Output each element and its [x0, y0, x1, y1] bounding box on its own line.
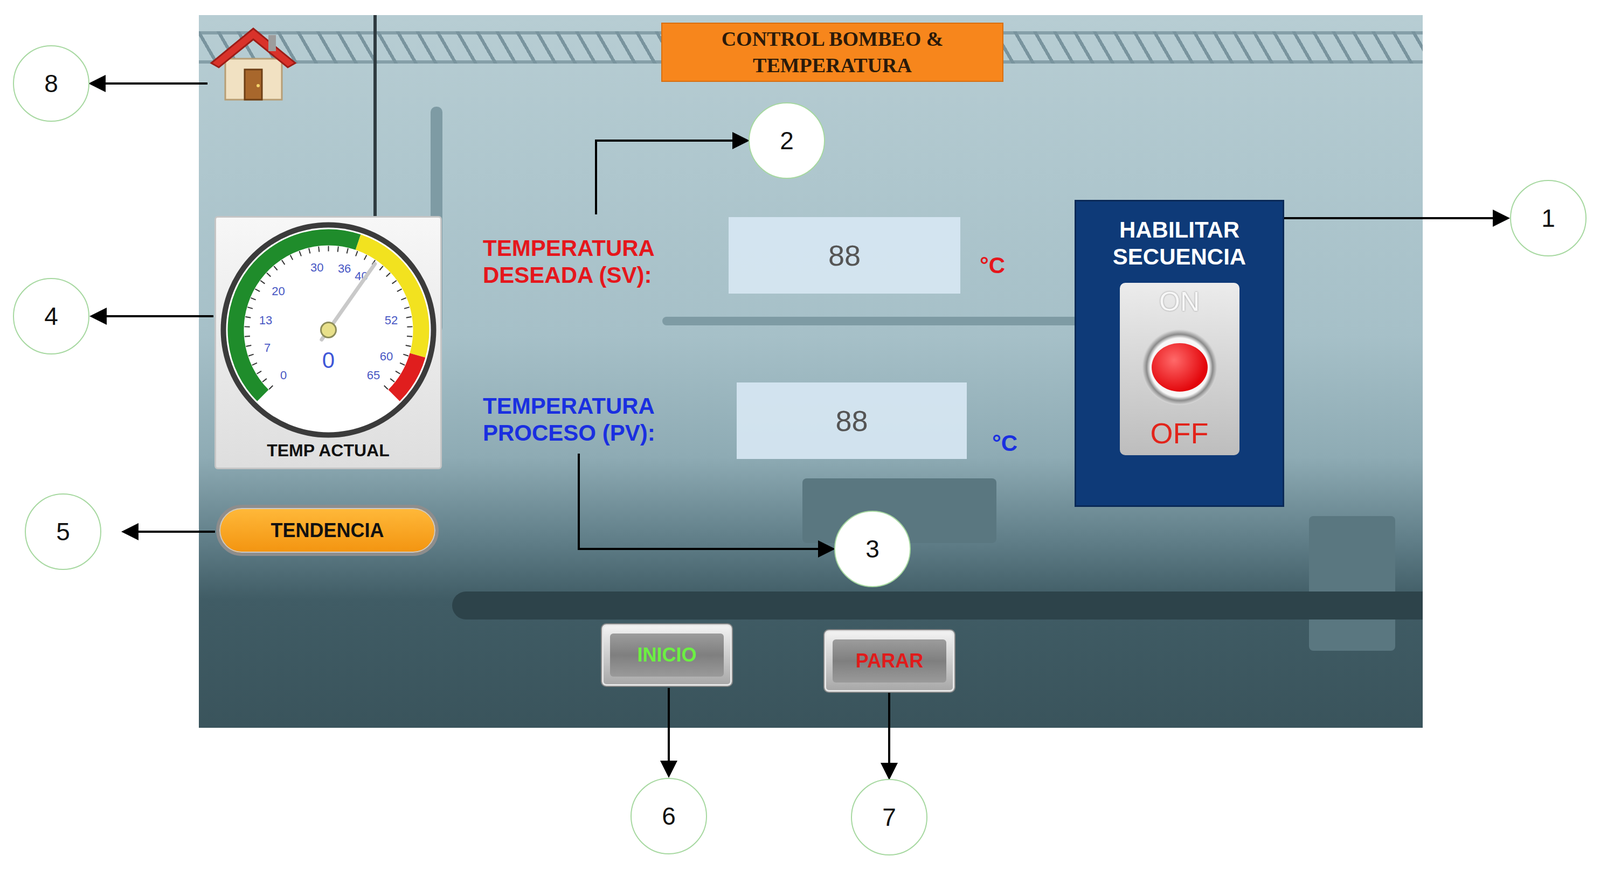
- callout-arrow: [578, 453, 834, 550]
- gauge-tick: 20: [271, 284, 285, 299]
- callout-marker: 5: [24, 493, 102, 571]
- gauge-value: 0: [321, 347, 335, 373]
- gauge-zone: [357, 242, 421, 356]
- callout-marker: 1: [1510, 179, 1587, 257]
- callout-arrow: [91, 315, 214, 318]
- gauge-tick: 30: [309, 260, 323, 275]
- callout-arrow: [667, 688, 670, 777]
- background-conveyor: [452, 591, 1423, 620]
- title-line: HABILITAR: [1112, 216, 1246, 244]
- switch-off-label: OFF: [1150, 417, 1209, 450]
- label-line: PROCESO (PV):: [482, 419, 656, 447]
- setpoint-label: TEMPERATURADESEADA (SV):: [482, 234, 655, 290]
- setpoint-field[interactable]: 88: [728, 217, 961, 294]
- gauge-dial: 0713203036405260650: [219, 220, 438, 440]
- gauge-tick: 13: [258, 313, 272, 328]
- background-cable: [373, 15, 377, 218]
- label-line: DESEADA (SV):: [482, 261, 655, 289]
- label-line: TEMPERATURA: [482, 392, 656, 420]
- sequence-title: HABILITARSECUENCIA: [1112, 216, 1246, 272]
- annotated-screen: CONTROL BOMBEO &TEMPERATURA0713203036405…: [0, 0, 1600, 870]
- process-field: 88: [736, 382, 967, 460]
- callout-marker: 7: [850, 779, 928, 856]
- trend-button[interactable]: TENDENCIA: [216, 504, 439, 557]
- callout-arrow: [888, 693, 891, 779]
- gauge-tick: 36: [337, 261, 351, 276]
- gauge-tick: 52: [384, 313, 398, 328]
- screen-title: CONTROL BOMBEO &TEMPERATURA: [661, 22, 1004, 82]
- callout-marker: 4: [12, 278, 90, 355]
- process-label: TEMPERATURAPROCESO (PV):: [482, 392, 656, 448]
- process-unit: °C: [992, 430, 1018, 457]
- gauge-tick: 0: [279, 368, 287, 383]
- label-line: TEMPERATURA: [482, 234, 655, 262]
- callout-arrow: [1284, 217, 1508, 220]
- switch-on-label: ON: [1159, 287, 1200, 317]
- stop-button[interactable]: PARAR: [824, 630, 955, 692]
- callout-marker: 8: [12, 45, 90, 122]
- callout-marker: 3: [834, 510, 911, 588]
- title-line: TEMPERATURA: [752, 52, 912, 79]
- title-line: CONTROL BOMBEO &: [721, 25, 944, 53]
- background-pipe: [662, 316, 1137, 326]
- callout-marker: 6: [630, 778, 708, 855]
- gauge-tick: 65: [366, 368, 380, 383]
- button-label: INICIO: [610, 633, 724, 677]
- gauge-tick: 60: [379, 349, 393, 364]
- gauge-tick: 7: [263, 341, 270, 355]
- sequence-switch[interactable]: ON OFF: [1119, 282, 1240, 456]
- temperature-gauge: 0713203036405260650TEMP ACTUAL: [214, 216, 442, 470]
- title-line: SECUENCIA: [1112, 243, 1246, 271]
- home-icon[interactable]: [209, 25, 299, 102]
- gauge-zone: [393, 355, 418, 396]
- setpoint-unit: °C: [979, 252, 1006, 280]
- callout-arrow: [90, 82, 208, 85]
- sequence-panel: HABILITARSECUENCIA ON OFF: [1074, 199, 1285, 508]
- switch-lamp: [1141, 329, 1218, 406]
- callout-marker: 2: [748, 102, 826, 179]
- start-button[interactable]: INICIO: [601, 624, 732, 687]
- callout-arrow: [123, 530, 216, 533]
- background-machine: [1308, 516, 1396, 651]
- switch-indicator: [1151, 343, 1208, 392]
- callout-arrow: [596, 140, 748, 215]
- button-label: PARAR: [832, 639, 947, 683]
- gauge-label: TEMP ACTUAL: [266, 440, 390, 461]
